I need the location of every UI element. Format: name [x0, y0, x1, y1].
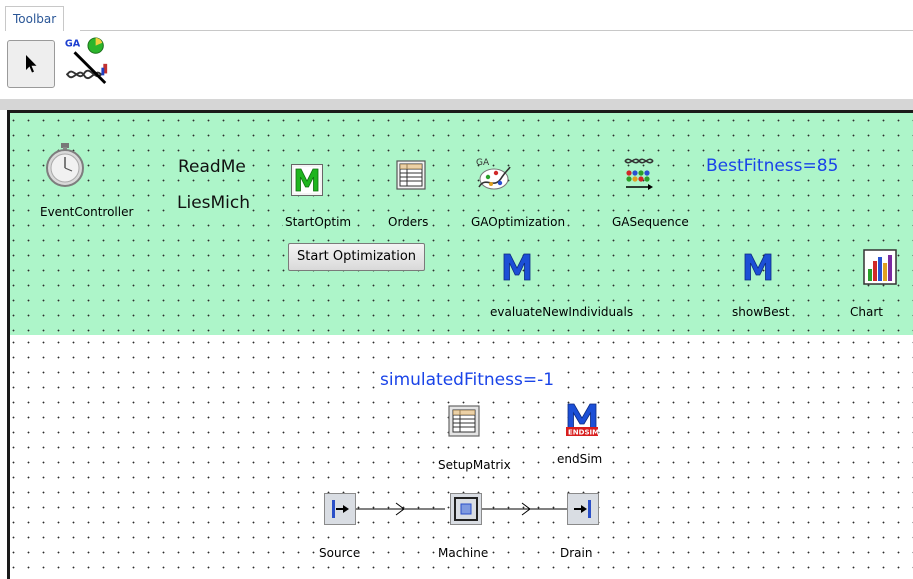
ga-sequence-object[interactable]	[622, 155, 656, 195]
start-optim-label: StartOptim	[283, 215, 354, 230]
setup-matrix-table[interactable]	[448, 405, 480, 441]
machine-label: Machine	[436, 546, 491, 561]
toolbar: GA	[0, 34, 913, 94]
svg-text:GA: GA	[65, 39, 81, 50]
optimization-area	[10, 113, 913, 335]
method-blue-icon	[744, 253, 772, 281]
svg-text:ENDSIM: ENDSIM	[568, 429, 599, 437]
method-green-icon	[294, 167, 320, 193]
ga-optimization-label: GAOptimization	[469, 215, 568, 230]
evaluate-method[interactable]	[501, 251, 533, 283]
method-blue-icon	[503, 253, 531, 281]
bar-chart-icon	[863, 249, 897, 285]
pointer-tool-button[interactable]	[7, 40, 55, 88]
start-optim-method[interactable]	[291, 164, 323, 196]
ga-sequence-label: GASequence	[610, 215, 691, 230]
event-controller-object[interactable]	[43, 141, 87, 191]
event-controller-label: EventController	[38, 205, 136, 220]
chart-label: Chart	[848, 305, 885, 320]
ga-optimization-icon: GA	[476, 158, 511, 190]
tab-underline	[80, 30, 913, 31]
best-fitness-variable[interactable]: BestFitness=85	[704, 156, 841, 176]
tab-toolbar[interactable]: Toolbar	[5, 6, 65, 31]
start-optimization-button[interactable]: Start Optimization	[288, 243, 426, 271]
table-icon	[396, 160, 426, 190]
ga-wizard-icon: GA	[65, 37, 108, 85]
pointer-arrow-icon	[26, 55, 37, 73]
evaluate-label: evaluateNewIndividuals	[488, 305, 636, 320]
liesmich-comment[interactable]: LiesMich	[175, 193, 253, 213]
toolbar-separator	[0, 99, 913, 110]
orders-label: Orders	[386, 215, 431, 230]
orders-table[interactable]	[396, 160, 426, 194]
show-best-label: showBest	[730, 305, 792, 320]
drain-label: Drain	[558, 546, 595, 561]
machine-icon	[454, 497, 478, 521]
show-best-method[interactable]	[742, 251, 774, 283]
tab-strip: Toolbar	[0, 0, 913, 34]
ga-wizard-button[interactable]: GA	[63, 36, 111, 85]
stopwatch-icon	[46, 143, 84, 187]
source-label: Source	[317, 546, 363, 561]
svg-text:GA: GA	[476, 158, 490, 168]
ga-optimization-object[interactable]: GA	[474, 155, 512, 197]
drain-object[interactable]	[567, 493, 599, 525]
drain-icon	[574, 500, 591, 518]
chart-object[interactable]	[863, 249, 897, 289]
end-sim-icon: ENDSIM	[566, 403, 599, 437]
machine-object[interactable]	[450, 493, 482, 525]
simulated-fitness-variable[interactable]: simulatedFitness=-1	[378, 370, 557, 390]
setup-matrix-label: SetupMatrix	[436, 458, 513, 473]
end-sim-method[interactable]: ENDSIM	[565, 401, 599, 441]
table-icon	[448, 405, 480, 437]
source-object[interactable]	[324, 493, 356, 525]
source-icon	[332, 500, 349, 518]
ga-sequence-icon	[624, 158, 654, 190]
end-sim-label: endSim	[555, 452, 605, 467]
readme-comment[interactable]: ReadMe	[176, 157, 248, 177]
frame-canvas[interactable]: EventController ReadMe LiesMich StartOpt…	[7, 110, 913, 579]
